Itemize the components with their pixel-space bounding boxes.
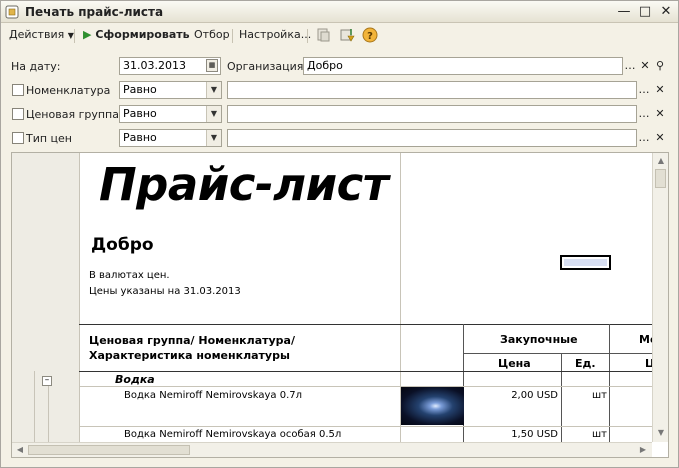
item-unit: шт — [592, 390, 607, 401]
date-note: Цены указаны на 31.03.2013 — [89, 286, 241, 297]
price-group-value-field[interactable] — [227, 105, 637, 123]
title-bar: Печать прайс-листа — □ ✕ — [1, 1, 678, 23]
toolbar-separator — [307, 29, 308, 43]
header-mid-border — [463, 353, 652, 354]
price-type-label: Тип цен — [26, 132, 73, 145]
item-name: Водка Nemiroff Nemirovskaya 0.7л — [124, 390, 303, 401]
organization-select-button[interactable]: … — [623, 58, 637, 74]
price-group-condition-value: Равно — [123, 107, 157, 120]
actions-menu[interactable]: Действия ▼ — [9, 28, 74, 41]
calendar-icon[interactable]: ▦ — [206, 59, 218, 72]
minimize-button[interactable]: — — [615, 4, 633, 20]
horizontal-scrollbar[interactable]: ◀ ▶ — [12, 442, 652, 457]
price-type-condition-value: Равно — [123, 131, 157, 144]
date-value: 31.03.2013 — [123, 59, 186, 72]
maximize-button[interactable]: □ — [636, 4, 654, 20]
toolbar: Действия ▼ ▶ Сформировать Отбор Настройк… — [1, 24, 678, 46]
nomenclature-condition-select[interactable]: Равно ▼ — [119, 81, 222, 99]
vertical-scrollbar[interactable]: ▲ ▼ — [652, 153, 668, 442]
report-gutter — [12, 153, 79, 457]
row-border — [79, 386, 652, 387]
copy-icon[interactable] — [315, 27, 331, 43]
column-header-unit: Ед. — [575, 357, 596, 370]
group-row-label: Водка — [115, 373, 155, 386]
horizontal-scroll-thumb[interactable] — [28, 445, 190, 455]
col-border — [561, 353, 562, 442]
print-price-list-window: Печать прайс-листа — □ ✕ Действия ▼ ▶ Сф… — [0, 0, 679, 468]
organization-label: Организация: — [227, 60, 308, 73]
selected-cell-fill — [564, 259, 607, 266]
group-line — [34, 371, 35, 442]
col-border — [609, 324, 610, 442]
price-group-label: Ценовая группа — [26, 108, 119, 121]
report-organization: Добро — [91, 235, 154, 255]
organization-value: Добро — [307, 59, 343, 72]
row-border — [79, 426, 652, 427]
date-field[interactable]: 31.03.2013 ▦ — [119, 57, 221, 75]
chevron-down-icon[interactable]: ▼ — [206, 130, 221, 146]
date-label: На дату: — [11, 60, 61, 73]
toolbar-separator — [232, 29, 233, 43]
search-icon[interactable]: ⚲ — [653, 58, 667, 74]
nomenclature-value-field[interactable] — [227, 81, 637, 99]
chevron-down-icon: ▼ — [67, 31, 74, 40]
toolbar-separator — [74, 29, 75, 43]
report-title: Прайс-лист — [99, 158, 389, 211]
price-group-select-button[interactable]: … — [637, 106, 651, 122]
nomenclature-checkbox[interactable] — [12, 84, 24, 96]
filter-button[interactable]: Отбор — [194, 28, 230, 41]
vertical-scroll-thumb[interactable] — [655, 169, 666, 188]
generate-button[interactable]: ▶ Сформировать — [83, 28, 190, 41]
price-group-clear-icon[interactable]: ✕ — [653, 106, 667, 122]
price-type-clear-icon[interactable]: ✕ — [653, 130, 667, 146]
currency-note: В валютах цен. — [89, 270, 170, 281]
group-line — [48, 385, 49, 442]
scroll-left-icon[interactable]: ◀ — [13, 443, 27, 457]
price-type-select-button[interactable]: … — [637, 130, 651, 146]
report-spreadsheet[interactable]: Прайс-лист Добро В валютах цен. Цены ука… — [11, 152, 669, 458]
column-header-price: Цена — [498, 357, 531, 370]
nomenclature-select-button[interactable]: … — [637, 82, 651, 98]
nomenclature-condition-value: Равно — [123, 83, 157, 96]
column-header-purchase: Закупочные — [500, 333, 578, 346]
price-type-condition-select[interactable]: Равно ▼ — [119, 129, 222, 147]
item-unit: шт — [592, 429, 607, 440]
selected-cell-marker — [560, 255, 611, 270]
organization-clear-icon[interactable]: ✕ — [638, 58, 652, 74]
header-top-border — [79, 324, 652, 325]
price-group-checkbox[interactable] — [12, 108, 24, 120]
actions-label: Действия — [9, 28, 65, 41]
help-icon[interactable]: ? — [362, 27, 378, 43]
scroll-down-icon[interactable]: ▼ — [654, 426, 668, 440]
price-type-value-field[interactable] — [227, 129, 637, 147]
scroll-up-icon[interactable]: ▲ — [654, 154, 668, 168]
product-image — [401, 387, 464, 425]
price-type-checkbox[interactable] — [12, 132, 24, 144]
organization-field[interactable]: Добро — [303, 57, 623, 75]
nomenclature-clear-icon[interactable]: ✕ — [653, 82, 667, 98]
item-name: Водка Nemiroff Nemirovskaya особая 0.5л — [124, 429, 342, 440]
generate-label: Сформировать — [95, 28, 190, 41]
column-header-main: Ценовая группа/ Номенклатура/ Характерис… — [89, 334, 295, 362]
price-group-condition-select[interactable]: Равно ▼ — [119, 105, 222, 123]
save-settings-icon[interactable] — [339, 27, 355, 43]
scroll-right-icon[interactable]: ▶ — [636, 443, 650, 457]
header-bottom-border — [79, 371, 652, 372]
settings-button[interactable]: Настройка... — [239, 28, 311, 41]
collapse-group-icon[interactable]: – — [42, 376, 52, 386]
document-icon — [5, 5, 19, 19]
svg-text:?: ? — [367, 31, 373, 42]
close-button[interactable]: ✕ — [657, 4, 675, 20]
chevron-down-icon[interactable]: ▼ — [206, 82, 221, 98]
item-price: 2,00 USD — [511, 390, 558, 401]
window-title: Печать прайс-листа — [25, 5, 164, 19]
nomenclature-label: Номенклатура — [26, 84, 111, 97]
item-price: 1,50 USD — [511, 429, 558, 440]
gutter-divider — [79, 153, 80, 442]
chevron-down-icon[interactable]: ▼ — [206, 106, 221, 122]
play-icon: ▶ — [83, 28, 92, 41]
